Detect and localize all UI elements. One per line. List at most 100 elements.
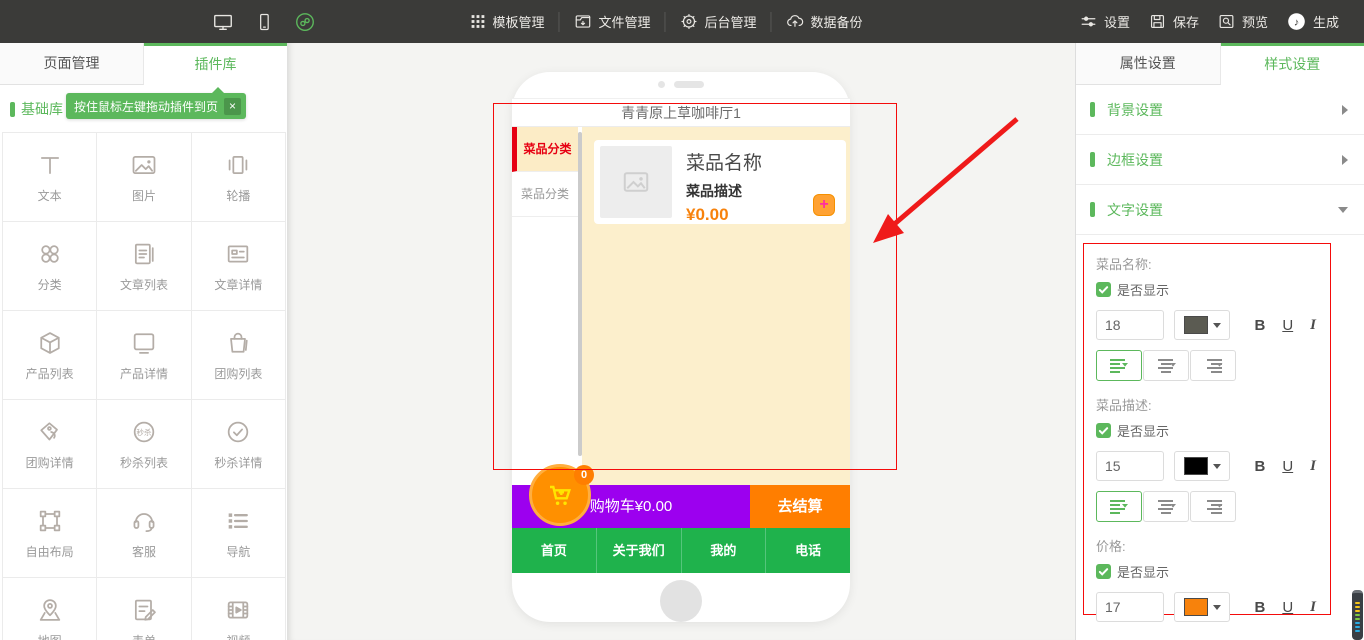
menu-save[interactable]: 保存 bbox=[1139, 12, 1208, 32]
plugin-item[interactable]: 导航 bbox=[192, 489, 286, 578]
plugin-item[interactable]: 产品列表 bbox=[3, 311, 97, 400]
section-label: 边框设置 bbox=[1107, 150, 1163, 170]
underline-button[interactable]: U bbox=[1282, 317, 1293, 334]
align-center-button[interactable] bbox=[1143, 350, 1189, 381]
plugin-item[interactable]: 文章详情 bbox=[192, 222, 286, 311]
color-swatch bbox=[1184, 316, 1208, 334]
plugin-label: 视频 bbox=[226, 632, 250, 640]
menu-label: 文件管理 bbox=[598, 12, 650, 31]
plugin-item[interactable]: 视频 bbox=[192, 578, 286, 640]
tooltip-close-icon[interactable]: × bbox=[224, 98, 241, 115]
underline-button[interactable]: U bbox=[1282, 599, 1293, 616]
align-left-button[interactable] bbox=[1096, 491, 1142, 522]
plugin-label: 文本 bbox=[38, 187, 62, 204]
carousel-icon bbox=[224, 150, 252, 180]
page-title: 青青原上草咖啡厅1 bbox=[512, 98, 850, 127]
plugin-item[interactable]: 秒杀详情 bbox=[192, 400, 286, 489]
article-list-icon bbox=[130, 239, 158, 269]
align-left-button[interactable] bbox=[1096, 350, 1142, 381]
left-panel-tab[interactable]: 页面管理 bbox=[0, 43, 144, 85]
cart-count-badge: 0 bbox=[574, 465, 594, 485]
italic-button[interactable]: I bbox=[1310, 317, 1316, 334]
bold-button[interactable]: B bbox=[1254, 317, 1265, 334]
menu-plugin-body[interactable]: 菜品分类菜品分类 菜品名称 菜品描述 ¥0.00 + bbox=[512, 127, 850, 485]
accordion-section[interactable]: 文字设置 bbox=[1076, 185, 1364, 235]
home-button[interactable] bbox=[660, 580, 702, 622]
cloud-upload-icon bbox=[786, 12, 805, 31]
right-panel-tab[interactable]: 样式设置 bbox=[1221, 43, 1364, 85]
bottom-nav: 首页关于我们我的电话 bbox=[512, 528, 850, 573]
menu-cloud-upload[interactable]: 数据备份 bbox=[771, 12, 877, 32]
design-canvas: 青青原上草咖啡厅1 菜品分类菜品分类 菜品名称 菜品描述 ¥0.00 bbox=[287, 43, 1075, 640]
menu-file[interactable]: 文件管理 bbox=[558, 12, 664, 32]
svg-text:秒杀: 秒杀 bbox=[136, 427, 152, 437]
page-scrollbar-thumb[interactable] bbox=[1352, 590, 1363, 640]
bottom-nav-item[interactable]: 关于我们 bbox=[596, 528, 681, 573]
menu-label: 模板管理 bbox=[492, 12, 544, 31]
menu-generate[interactable]: ♪生成 bbox=[1277, 12, 1348, 32]
bold-button[interactable]: B bbox=[1254, 458, 1265, 475]
plugin-item[interactable]: 图片 bbox=[97, 133, 191, 222]
show-checkbox[interactable] bbox=[1096, 564, 1111, 579]
bottom-nav-item[interactable]: 我的 bbox=[681, 528, 766, 573]
smartphone-device-button[interactable] bbox=[254, 12, 274, 32]
show-checkbox[interactable] bbox=[1096, 423, 1111, 438]
plugin-label: 自由布局 bbox=[26, 543, 74, 560]
group-label: 菜品描述: bbox=[1096, 395, 1318, 414]
accordion-section[interactable]: 边框设置 bbox=[1076, 135, 1364, 185]
cart-button[interactable]: 0 bbox=[529, 464, 591, 526]
dish-list-area: 菜品名称 菜品描述 ¥0.00 + bbox=[582, 127, 850, 485]
underline-button[interactable]: U bbox=[1282, 458, 1293, 475]
left-panel-tab[interactable]: 插件库 bbox=[144, 43, 287, 85]
right-panel-tab[interactable]: 属性设置 bbox=[1076, 43, 1221, 85]
bottom-nav-item[interactable]: 电话 bbox=[765, 528, 850, 573]
plugin-item[interactable]: 团购详情 bbox=[3, 400, 97, 489]
font-size-input[interactable] bbox=[1096, 451, 1164, 481]
show-checkbox[interactable] bbox=[1096, 282, 1111, 297]
menu-sliders[interactable]: 设置 bbox=[1070, 12, 1139, 32]
section-label: 背景设置 bbox=[1107, 100, 1163, 120]
font-size-input[interactable] bbox=[1096, 592, 1164, 622]
plugin-label: 团购列表 bbox=[214, 365, 262, 382]
plugin-item[interactable]: 表单 bbox=[97, 578, 191, 640]
drag-hint-tooltip: 按住鼠标左键拖动插件到页 × bbox=[66, 93, 246, 119]
menu-preview[interactable]: 预览 bbox=[1208, 12, 1277, 32]
plugin-item[interactable]: 产品详情 bbox=[97, 311, 191, 400]
plugin-item[interactable]: 地图 bbox=[3, 578, 97, 640]
plugin-label: 导航 bbox=[226, 543, 250, 560]
font-size-input[interactable] bbox=[1096, 310, 1164, 340]
align-right-button[interactable] bbox=[1190, 350, 1236, 381]
bottom-nav-item[interactable]: 首页 bbox=[512, 528, 596, 573]
speaker-bar bbox=[674, 81, 704, 88]
plugin-item[interactable]: 轮播 bbox=[192, 133, 286, 222]
checkout-button[interactable]: 去结算 bbox=[750, 485, 850, 528]
dish-card[interactable]: 菜品名称 菜品描述 ¥0.00 + bbox=[594, 140, 846, 224]
font-color-select[interactable] bbox=[1174, 592, 1230, 622]
menu-gear[interactable]: 后台管理 bbox=[665, 12, 771, 32]
font-color-select[interactable] bbox=[1174, 310, 1230, 340]
category-tab[interactable]: 菜品分类 bbox=[512, 172, 578, 217]
plugin-item[interactable]: 分类 bbox=[3, 222, 97, 311]
plugin-item[interactable]: 文章列表 bbox=[97, 222, 191, 311]
font-color-select[interactable] bbox=[1174, 451, 1230, 481]
dish-name: 菜品名称 bbox=[686, 148, 762, 175]
italic-button[interactable]: I bbox=[1310, 458, 1316, 475]
align-center-button[interactable] bbox=[1143, 491, 1189, 522]
video-icon bbox=[224, 595, 252, 625]
accordion-section[interactable]: 背景设置 bbox=[1076, 85, 1364, 135]
monitor-device-button[interactable] bbox=[212, 11, 234, 33]
add-to-cart-button[interactable]: + bbox=[813, 194, 835, 216]
plugin-item[interactable]: 自由布局 bbox=[3, 489, 97, 578]
left-panel-tabs: 页面管理插件库 bbox=[0, 43, 287, 85]
align-right-button[interactable] bbox=[1190, 491, 1236, 522]
link-device-button[interactable] bbox=[294, 11, 316, 33]
plugin-item[interactable]: 文本 bbox=[3, 133, 97, 222]
plugin-item[interactable]: 客服 bbox=[97, 489, 191, 578]
product-detail-icon bbox=[130, 328, 158, 358]
italic-button[interactable]: I bbox=[1310, 599, 1316, 616]
bold-button[interactable]: B bbox=[1254, 599, 1265, 616]
plugin-item[interactable]: 团购列表 bbox=[192, 311, 286, 400]
category-tab[interactable]: 菜品分类 bbox=[512, 127, 578, 172]
plugin-item[interactable]: 秒杀秒杀列表 bbox=[97, 400, 191, 489]
menu-grid[interactable]: 模板管理 bbox=[455, 12, 558, 32]
